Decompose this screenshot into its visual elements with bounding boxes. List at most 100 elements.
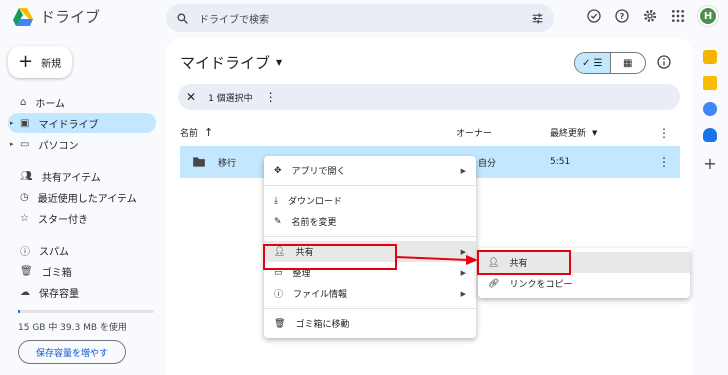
sidebar-item-label: 最近使用したアイテム xyxy=(37,193,137,205)
submenu-item-copy-link[interactable]: 🔗︎ リンクをコピー xyxy=(478,273,690,294)
info-icon[interactable] xyxy=(656,54,672,70)
clear-selection-icon[interactable]: ✕ xyxy=(186,90,196,104)
app-title: ドライブ xyxy=(40,8,101,26)
folder-icon xyxy=(193,157,205,167)
menu-item-file-info[interactable]: ⓘ ファイル情報 ▶ xyxy=(264,283,476,304)
expand-caret-icon[interactable]: ▸ xyxy=(10,119,14,127)
sidebar-item-label: スパム xyxy=(39,246,69,258)
selection-toolbar: ✕ 1 個選択中 ⋮ xyxy=(178,84,680,110)
contacts-icon[interactable] xyxy=(703,128,717,142)
dropdown-caret-icon: ▼ xyxy=(276,58,283,67)
column-options-icon[interactable]: ⋮ xyxy=(658,126,670,140)
search-bar[interactable]: ドライブで検索 xyxy=(166,4,554,32)
sidebar-item-label: 保存容量 xyxy=(39,288,79,300)
menu-item-label: 名前を変更 xyxy=(291,218,337,228)
menu-item-label: ダウンロード xyxy=(287,197,342,207)
my-drive-icon: ▣ xyxy=(20,117,30,129)
rename-icon: ✎ xyxy=(274,216,282,227)
search-options-icon[interactable] xyxy=(531,12,544,25)
sidebar-item-label: ゴミ箱 xyxy=(41,267,72,279)
sidebar-item-home[interactable]: ⌂ ホーム xyxy=(8,92,156,112)
help-icon[interactable]: ? xyxy=(614,8,630,24)
column-header-name[interactable]: 名前 ↑ xyxy=(180,126,213,139)
sidebar-item-my-drive[interactable]: ▸ ▣ マイドライブ xyxy=(8,113,156,133)
column-header-label: オーナー xyxy=(456,129,493,139)
menu-item-label: リンクをコピー xyxy=(509,280,573,290)
menu-item-open-with[interactable]: ✥ アプリで開く ▶ xyxy=(264,160,476,181)
submenu-arrow-icon: ▶ xyxy=(460,268,466,277)
people-icon: 👥︎ xyxy=(20,170,33,182)
view-toggle[interactable]: ✓ ☰ ▦ xyxy=(574,52,646,74)
storage-usage-bar xyxy=(18,310,154,313)
row-more-icon[interactable]: ⋮ xyxy=(658,155,670,169)
page-title[interactable]: マイドライブ ▼ xyxy=(180,52,282,73)
sidebar-item-shared[interactable]: 👥︎ 共有アイテム xyxy=(8,166,156,186)
menu-item-rename[interactable]: ✎ 名前を変更 xyxy=(264,211,476,232)
keep-icon[interactable] xyxy=(703,76,717,90)
tasks-icon[interactable] xyxy=(703,102,717,116)
cloud-icon: ☁ xyxy=(20,286,30,298)
info-icon: ⓘ xyxy=(274,290,284,300)
menu-item-download[interactable]: ⤓ ダウンロード xyxy=(264,190,476,211)
apps-grid-icon[interactable] xyxy=(670,8,686,24)
menu-item-label: ゴミ箱に移動 xyxy=(295,320,350,330)
clock-icon: ◷ xyxy=(20,191,29,203)
column-header-label: 最終更新 xyxy=(550,129,587,139)
file-owner: 自分 xyxy=(478,158,497,169)
file-name: 移行 xyxy=(218,158,237,169)
submenu-arrow-icon: ▶ xyxy=(460,166,466,175)
highlight-box-submenu-share xyxy=(477,250,571,275)
sidebar-item-trash[interactable]: 🗑︎ ゴミ箱 xyxy=(8,261,156,281)
file-modified: 5:51 xyxy=(550,157,571,167)
sort-caret-icon: ▼ xyxy=(592,128,598,137)
sidebar-item-label: ホーム xyxy=(35,98,66,110)
calendar-icon[interactable] xyxy=(703,50,717,64)
plus-icon: + xyxy=(18,51,34,72)
sidebar-item-label: パソコン xyxy=(38,140,79,152)
search-input[interactable]: ドライブで検索 xyxy=(199,11,521,26)
more-actions-icon[interactable]: ⋮ xyxy=(265,90,277,104)
page-title-text: マイドライブ xyxy=(180,54,271,72)
column-header-label: 名前 xyxy=(180,129,199,139)
star-icon: ☆ xyxy=(20,212,29,224)
sidebar-item-label: スター付き xyxy=(37,214,88,226)
avatar[interactable]: H xyxy=(698,6,718,26)
home-icon: ⌂ xyxy=(20,96,27,108)
column-header-owner[interactable]: オーナー xyxy=(456,126,492,139)
submenu-arrow-icon: ▶ xyxy=(460,289,466,298)
menu-item-label: アプリで開く xyxy=(291,167,346,177)
sidebar-item-computers[interactable]: ▸ ▭ パソコン xyxy=(8,134,156,154)
drive-logo[interactable]: ドライブ xyxy=(12,6,100,27)
add-addon-icon[interactable]: + xyxy=(703,154,716,173)
annotation-arrow xyxy=(396,255,478,265)
sort-arrow-icon[interactable]: ↑ xyxy=(204,126,213,139)
offline-status-icon[interactable] xyxy=(586,8,602,24)
spam-icon: ⓘ xyxy=(20,246,30,258)
svg-text:?: ? xyxy=(620,12,625,21)
settings-icon[interactable] xyxy=(642,8,658,24)
menu-divider xyxy=(264,185,476,186)
expand-caret-icon[interactable]: ▸ xyxy=(10,140,14,148)
trash-icon: 🗑︎ xyxy=(274,318,286,329)
sidebar-item-storage[interactable]: ☁ 保存容量 xyxy=(8,282,156,302)
menu-item-move-to-trash[interactable]: 🗑︎ ゴミ箱に移動 xyxy=(264,313,476,334)
link-icon: 🔗︎ xyxy=(488,278,500,289)
search-icon[interactable] xyxy=(176,12,189,25)
grid-view-button[interactable]: ▦ xyxy=(611,53,646,73)
list-view-icon: ✓ ☰ xyxy=(581,57,603,69)
header-actions: ? H xyxy=(586,6,718,26)
sidebar-item-spam[interactable]: ⓘ スパム xyxy=(8,240,156,260)
sidebar-item-label: 共有アイテム xyxy=(41,172,101,184)
download-icon: ⤓ xyxy=(274,195,278,206)
computer-icon: ▭ xyxy=(20,138,30,150)
open-with-icon: ✥ xyxy=(274,165,282,176)
column-header-modified[interactable]: 最終更新 ▼ xyxy=(550,126,598,140)
sidebar-item-label: マイドライブ xyxy=(38,119,99,131)
sidebar-item-starred[interactable]: ☆ スター付き xyxy=(8,208,156,228)
storage-usage-text: 15 GB 中 39.3 MB を使用 xyxy=(18,323,127,333)
highlight-box-share xyxy=(263,244,397,270)
list-view-button[interactable]: ✓ ☰ xyxy=(575,53,611,73)
new-button[interactable]: + 新規 xyxy=(8,46,72,78)
get-more-storage-button[interactable]: 保存容量を増やす xyxy=(18,340,126,364)
sidebar-item-recent[interactable]: ◷ 最近使用したアイテム xyxy=(8,187,156,207)
